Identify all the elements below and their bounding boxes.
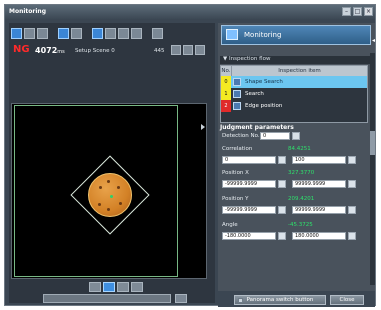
angle-min-spin[interactable] — [278, 232, 286, 240]
row-label: Shape Search — [245, 79, 283, 85]
window-controls: – □ × — [342, 7, 373, 16]
monitoring-panel: Monitoring ◂ ▼ Inspection flow No. Inspe… — [218, 23, 375, 291]
close-label: Close — [339, 297, 355, 303]
monitor-icon — [226, 29, 238, 40]
posy-max-spin[interactable] — [348, 206, 356, 214]
collapse-arrow-icon[interactable]: ◂ — [372, 32, 375, 50]
col-no-header: No. — [221, 66, 232, 76]
browse-icon-button[interactable] — [175, 294, 187, 303]
table-row[interactable]: 0 Shape Search — [221, 76, 367, 88]
panel-scrollbar[interactable] — [370, 53, 375, 285]
maximize-button[interactable]: □ — [353, 7, 362, 16]
pause-icon[interactable] — [117, 282, 129, 292]
bottom-bar: Panorama switch button Close — [218, 293, 375, 307]
camera-icon-button[interactable] — [24, 27, 35, 39]
angle-label: Angle — [222, 222, 238, 228]
panel-title: Monitoring — [244, 31, 282, 39]
minimize-button[interactable]: – — [342, 7, 351, 16]
image-toolbar — [11, 25, 213, 41]
row-label: Search — [245, 91, 264, 97]
position-y-min-field[interactable]: -99999.9999 — [222, 206, 276, 214]
edge-position-icon — [233, 102, 241, 110]
camera-image[interactable] — [11, 103, 207, 279]
angle-value: -45.3725 — [288, 222, 313, 228]
scroll-thumb[interactable] — [370, 131, 375, 155]
settings-icon-button[interactable] — [152, 27, 163, 39]
fit-icon[interactable] — [195, 45, 205, 55]
inspection-table: No. Inspection item 0 Shape Search 1 Sea… — [220, 65, 368, 123]
angle-max-spin[interactable] — [348, 232, 356, 240]
detection-no-field[interactable]: 0 — [260, 132, 290, 140]
row-no: 2 — [221, 100, 231, 112]
row-no: 1 — [221, 88, 231, 100]
position-x-max-field[interactable]: 99999.9999 — [292, 180, 346, 188]
playback-controls — [89, 282, 143, 292]
layout-2-icon-button[interactable] — [71, 27, 82, 39]
detection-no-label: Detection No. — [222, 133, 260, 139]
col-item-header: Inspection item — [278, 68, 321, 74]
panel-header: Monitoring ◂ — [221, 25, 375, 45]
row-no: 0 — [221, 76, 231, 88]
table-header: No. Inspection item — [221, 66, 367, 76]
search-icon — [233, 90, 241, 98]
correlation-max-field[interactable]: 100 — [292, 156, 346, 164]
measurement-time: 4072ms — [35, 46, 65, 55]
posy-min-spin[interactable] — [278, 206, 286, 214]
panorama-switch-button[interactable]: Panorama switch button — [234, 295, 326, 305]
expand-arrow-icon[interactable] — [201, 124, 205, 130]
close-button[interactable]: Close — [330, 295, 364, 305]
angle-max-field[interactable]: 180.0000 — [292, 232, 346, 240]
zoom-out-icon[interactable] — [183, 45, 193, 55]
image-pane: NG 4072ms Setup Scene 0 445 — [9, 23, 215, 303]
display-2-icon-button[interactable] — [105, 27, 116, 39]
judgment-parameters: Judgment parameters Detection No. 0 Corr… — [220, 124, 368, 286]
judgement-ng: NG — [13, 44, 30, 55]
angle-min-field[interactable]: -180.0000 — [222, 232, 276, 240]
window-title: Monitoring — [5, 5, 375, 19]
folder-icon-button[interactable] — [37, 27, 48, 39]
monitor-icon-button[interactable] — [11, 27, 22, 39]
position-x-value: 327.3770 — [288, 170, 315, 176]
image-path-field[interactable] — [43, 294, 171, 303]
table-row[interactable]: 2 Edge position — [221, 100, 367, 112]
correlation-value: 84.4251 — [288, 146, 311, 152]
position-y-value: 209.4201 — [288, 196, 315, 202]
params-heading: Judgment parameters — [220, 124, 294, 131]
panorama-icon — [238, 298, 243, 303]
corr-min-spin[interactable] — [278, 156, 286, 164]
play-icon[interactable] — [103, 282, 115, 292]
posx-max-spin[interactable] — [348, 180, 356, 188]
table-row[interactable]: 1 Search — [221, 88, 367, 100]
detection-spin-button[interactable] — [292, 132, 300, 140]
display-3-icon-button[interactable] — [118, 27, 129, 39]
row-label: Edge position — [245, 103, 283, 109]
layout-1-icon-button[interactable] — [58, 27, 69, 39]
zoom-label: 445 — [154, 48, 165, 54]
position-y-max-field[interactable]: 99999.9999 — [292, 206, 346, 214]
panorama-label: Panorama switch button — [246, 297, 314, 303]
position-x-min-field[interactable]: -99999.9999 — [222, 180, 276, 188]
monitoring-window: Monitoring – □ × NG 4072ms Setup Scene 0… — [4, 4, 376, 307]
close-window-button[interactable]: × — [364, 7, 373, 16]
display-1-icon-button[interactable] — [92, 27, 103, 39]
zoom-in-icon[interactable] — [171, 45, 181, 55]
status-line: NG 4072ms Setup Scene 0 445 — [11, 44, 213, 58]
step-forward-icon[interactable] — [131, 282, 143, 292]
detected-object — [88, 173, 132, 217]
step-back-icon[interactable] — [89, 282, 101, 292]
inspection-flow-label: ▼ Inspection flow — [220, 56, 375, 64]
position-y-label: Position Y — [222, 196, 249, 202]
posx-min-spin[interactable] — [278, 180, 286, 188]
correlation-min-field[interactable]: 0 — [222, 156, 276, 164]
shape-search-icon — [233, 78, 241, 86]
position-x-label: Position X — [222, 170, 249, 176]
zoom-controls — [171, 45, 205, 55]
display-4-icon-button[interactable] — [131, 27, 142, 39]
scene-label: Setup Scene 0 — [75, 48, 115, 54]
center-point — [110, 195, 113, 198]
corr-max-spin[interactable] — [348, 156, 356, 164]
correlation-label: Correlation — [222, 146, 253, 152]
